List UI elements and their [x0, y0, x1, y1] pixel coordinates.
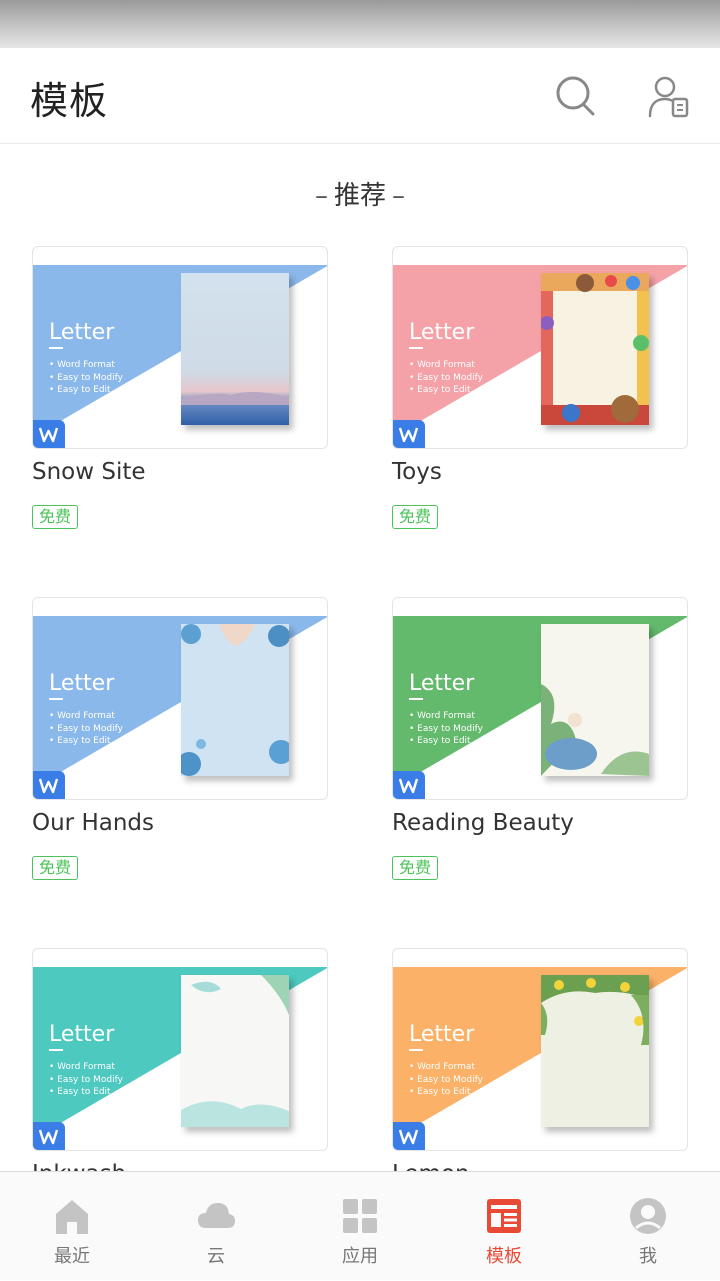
- nav-label: 我: [639, 1246, 657, 1267]
- apps-grid-icon: [343, 1199, 377, 1233]
- nav-item-apps[interactable]: 应用: [288, 1172, 432, 1281]
- template-title[interactable]: Inkwash: [32, 1161, 126, 1171]
- nav-label: 云: [207, 1246, 225, 1267]
- free-badge: 免费: [32, 856, 79, 880]
- app-header: 模板: [0, 48, 720, 144]
- user-document-icon: [648, 76, 689, 118]
- letter-paper-preview: [541, 273, 649, 425]
- template-title[interactable]: Our Hands: [32, 810, 154, 836]
- profile-icon: [630, 1198, 666, 1234]
- template-list[interactable]: – 推荐 – Letter • Word Format • Easy to Modi…: [0, 145, 720, 1171]
- wps-w-icon: [398, 778, 419, 794]
- nav-label: 最近: [54, 1246, 90, 1267]
- section-heading: – 推荐 –: [314, 181, 405, 211]
- nav-label: 应用: [342, 1246, 378, 1267]
- free-badge: 免费: [392, 505, 439, 529]
- wps-badge: [393, 771, 425, 799]
- nav-item-templates[interactable]: 模板: [432, 1172, 576, 1281]
- letter-paper-preview: [541, 975, 649, 1127]
- letter-paper-preview: [181, 273, 289, 425]
- wps-w-icon: [38, 1129, 59, 1145]
- template-thumbnail[interactable]: Letter • Word Format • Easy to Modify • …: [32, 246, 328, 449]
- free-badge: 免费: [392, 856, 439, 880]
- template-title[interactable]: Lemon: [392, 1161, 470, 1171]
- template-thumbnail[interactable]: Letter • Word Format • Easy to Modify • …: [392, 597, 688, 800]
- template-thumbnail[interactable]: Letter • Word Format • Easy to Modify • …: [392, 246, 688, 449]
- status-bar: [0, 0, 720, 48]
- my-templates-button[interactable]: [644, 72, 692, 120]
- wps-w-icon: [398, 427, 419, 443]
- search-button[interactable]: [552, 72, 600, 120]
- wps-badge: [33, 420, 65, 448]
- nav-item-recent[interactable]: 最近: [0, 1172, 144, 1281]
- nav-item-cloud[interactable]: 云: [144, 1172, 288, 1281]
- wps-w-icon: [38, 427, 59, 443]
- templates-icon: [487, 1199, 521, 1233]
- free-badge: 免费: [32, 505, 79, 529]
- home-icon: [56, 1200, 88, 1234]
- template-title[interactable]: Snow Site: [32, 459, 146, 485]
- wps-badge: [393, 420, 425, 448]
- wps-badge: [33, 1122, 65, 1150]
- wps-w-icon: [38, 778, 59, 794]
- letter-paper-preview: [181, 975, 289, 1127]
- template-thumbnail[interactable]: Letter • Word Format • Easy to Modify • …: [32, 597, 328, 800]
- letter-paper-preview: [181, 624, 289, 776]
- wps-w-icon: [398, 1129, 419, 1145]
- search-icon: [556, 76, 595, 116]
- page-title: 模板: [30, 79, 109, 123]
- cloud-icon: [198, 1203, 235, 1228]
- template-title[interactable]: Reading Beauty: [392, 810, 574, 836]
- template-thumbnail[interactable]: Letter • Word Format • Easy to Modify • …: [392, 948, 688, 1151]
- nav-label: 模板: [486, 1246, 522, 1267]
- letter-paper-preview: [541, 624, 649, 776]
- section-title: 推荐: [333, 181, 386, 211]
- template-thumbnail[interactable]: Letter • Word Format • Easy to Modify • …: [32, 948, 328, 1151]
- wps-badge: [393, 1122, 425, 1150]
- bottom-nav: 最近 云 应用 模板 我: [0, 1171, 720, 1280]
- nav-item-me[interactable]: 我: [576, 1172, 720, 1281]
- wps-badge: [33, 771, 65, 799]
- template-title[interactable]: Toys: [392, 459, 442, 485]
